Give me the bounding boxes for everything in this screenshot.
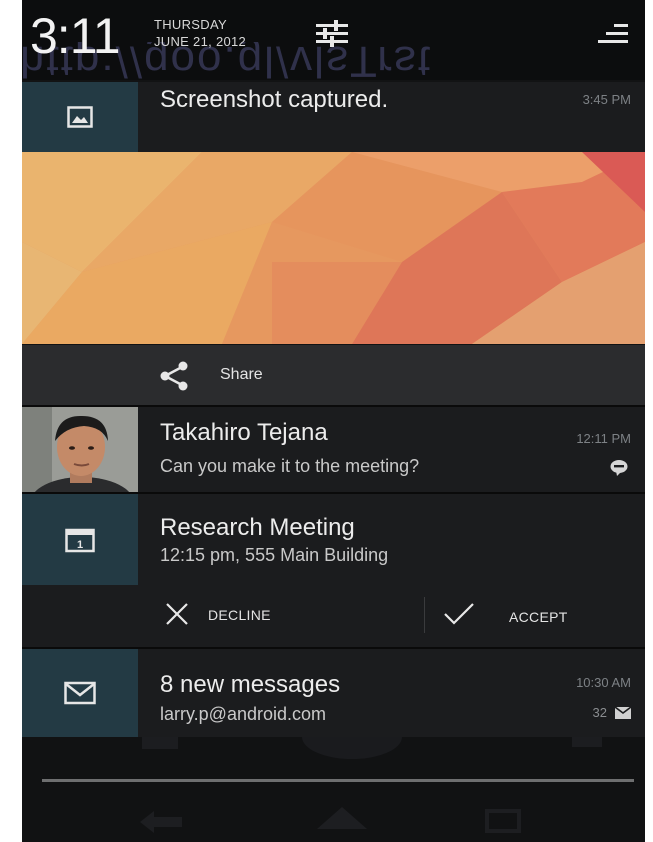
notification-time: 3:45 PM — [582, 92, 631, 107]
close-icon — [166, 603, 188, 625]
action-separator — [424, 597, 425, 633]
notification-title: 8 new messages — [160, 671, 341, 698]
notification-title: Screenshot captured. — [160, 86, 389, 113]
calendar-icon-cell: 1 — [22, 494, 138, 585]
home-screen-background — [22, 715, 645, 842]
clear-all-icon[interactable] — [592, 22, 632, 46]
notification-time: 10:30 AM — [576, 675, 631, 690]
calendar-actions: DECLINE ACCEPT — [22, 585, 645, 647]
notification-text: Can you make it to the meeting? — [160, 456, 420, 476]
status-header: http://goo.gl/vlsTrst 3:11 THURSDAY JUNE… — [22, 0, 645, 82]
check-icon — [444, 603, 474, 625]
screenshot-icon-cell — [22, 82, 138, 152]
share-action[interactable]: Share — [22, 345, 645, 405]
notification-shade: http://goo.gl/vlsTrst 3:11 THURSDAY JUNE… — [22, 0, 645, 842]
notification-title: Takahiro Tejana — [160, 419, 328, 446]
calendar-day-number: 1 — [77, 539, 83, 551]
notification-title: Research Meeting — [160, 514, 355, 541]
talk-bubble-icon — [610, 460, 628, 476]
accept-button[interactable]: ACCEPT — [427, 585, 645, 647]
notification-time: 12:11 PM — [576, 431, 631, 446]
date-display: THURSDAY JUNE 21, 2012 — [154, 16, 246, 50]
decline-label: DECLINE — [208, 607, 271, 623]
small-mail-icon — [615, 707, 631, 719]
email-notification[interactable]: 8 new messages larry.p@android.com 10:30… — [22, 649, 645, 737]
full-date: JUNE 21, 2012 — [154, 34, 247, 49]
avatar — [22, 407, 138, 492]
mail-icon — [64, 681, 96, 705]
decline-button[interactable]: DECLINE — [152, 585, 422, 647]
image-icon — [67, 106, 93, 128]
message-count: 32 — [593, 705, 631, 721]
share-icon — [160, 361, 188, 391]
faint-nav-icons — [140, 715, 602, 833]
screenshot-notification[interactable]: Screenshot captured. 3:45 PM — [22, 82, 645, 152]
accept-label: ACCEPT — [509, 609, 568, 625]
calendar-icon: 1 — [65, 528, 95, 552]
notification-text: larry.p@android.com — [160, 704, 326, 724]
message-count-value: 32 — [592, 705, 607, 720]
quick-settings-icon[interactable] — [312, 18, 352, 48]
drag-handle[interactable] — [42, 779, 634, 782]
mail-icon-cell — [22, 649, 138, 737]
day-of-week: THURSDAY — [154, 17, 227, 32]
clock: 3:11 — [30, 8, 121, 64]
screenshot-preview-image[interactable] — [22, 152, 645, 344]
share-label: Share — [220, 366, 263, 383]
message-notification[interactable]: Takahiro Tejana Can you make it to the m… — [22, 407, 645, 492]
notification-text: 12:15 pm, 555 Main Building — [160, 545, 389, 565]
calendar-notification[interactable]: 1 Research Meeting 12:15 pm, 555 Main Bu… — [22, 494, 645, 585]
